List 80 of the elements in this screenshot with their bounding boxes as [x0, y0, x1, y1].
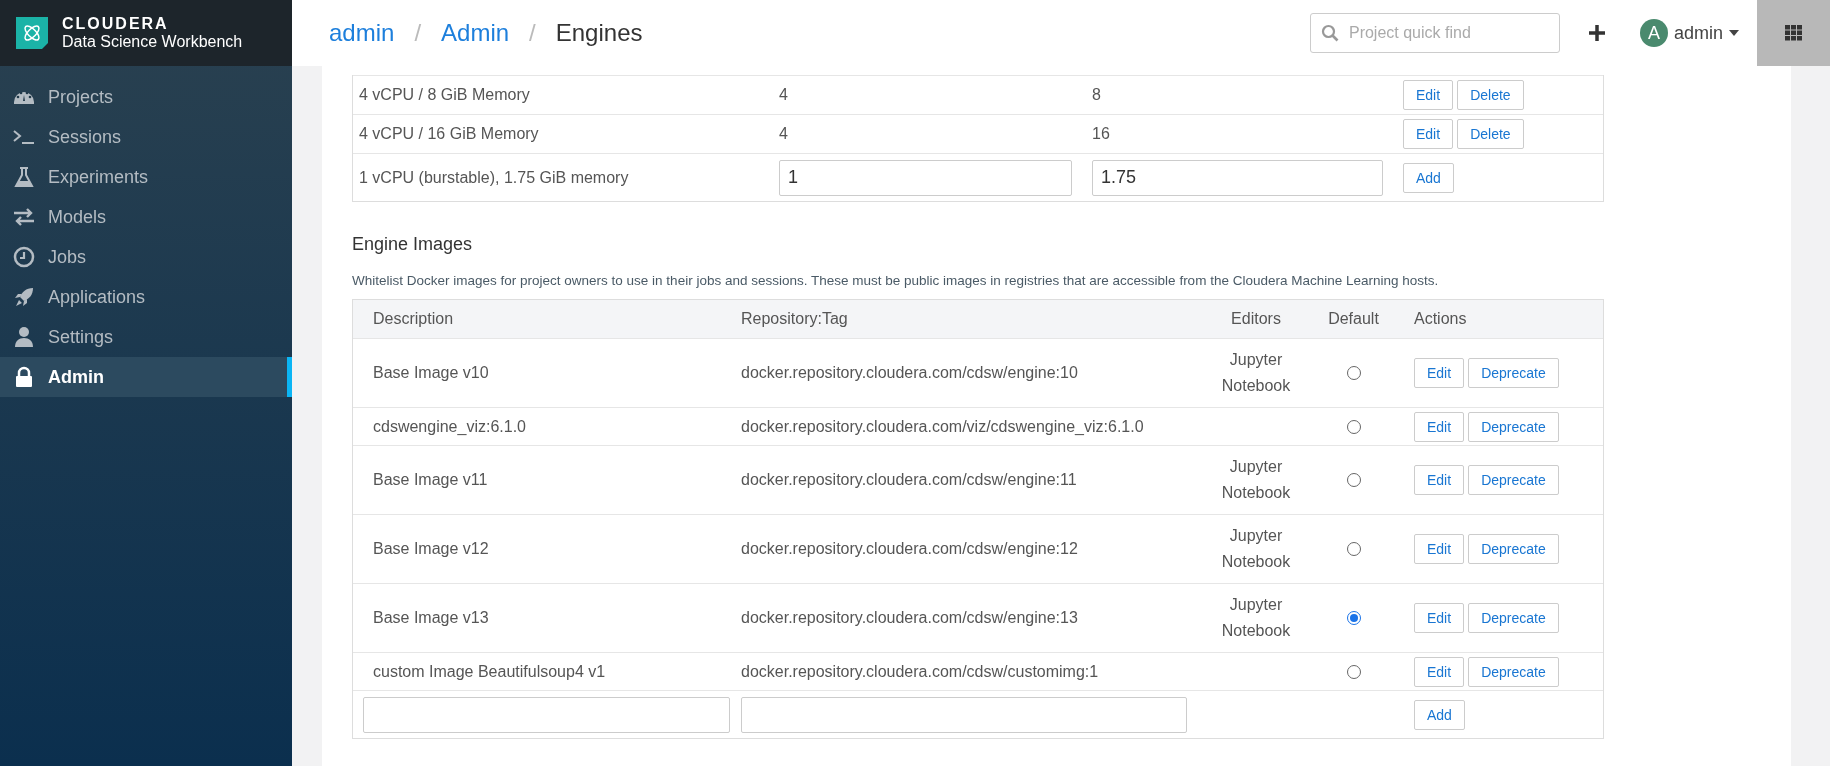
table-cell: 4: [779, 114, 1092, 153]
search-field[interactable]: Project quick find: [1309, 13, 1560, 53]
grid-icon: [1784, 25, 1803, 41]
table-cell: 8: [1092, 75, 1403, 114]
product-name: Data Science Workbench: [62, 33, 243, 51]
sidebar-item[interactable]: Experiments: [0, 157, 292, 197]
table-cell: Base Image v10: [353, 338, 741, 407]
logo-icon: [16, 17, 48, 49]
table-cell: Jupyter Notebook: [1211, 583, 1301, 652]
description-input[interactable]: [363, 696, 730, 733]
flask-icon: [12, 165, 36, 189]
section-description: Whitelist Docker images for project owners to use in their jobs and sessions. These must be public images in registries that are accessible from the Cloudera Machine Learning hosts.: [352, 273, 1440, 288]
breadcrumb-separator: /: [529, 19, 536, 47]
sidebar-item[interactable]: Admin: [0, 357, 292, 397]
action-button[interactable]: Edit: [1414, 603, 1465, 633]
section-title: Engine Images: [352, 234, 474, 255]
table-cell: cdswengine_viz:6.1.0: [353, 407, 741, 445]
sidebar-item[interactable]: Projects: [0, 77, 292, 117]
action-button[interactable]: Deprecate: [1468, 411, 1559, 442]
table-cell: custom Image Beautifulsoup4 v1: [353, 652, 741, 690]
table-cell: docker.repository.cloudera.com/cdsw/engine:12: [741, 514, 1211, 583]
sidebar-item[interactable]: Models: [0, 197, 292, 237]
table-cell: 4 vCPU / 16 GiB Memory: [353, 114, 779, 153]
table-cell: Jupyter Notebook: [1211, 445, 1301, 514]
table-cell: 4 vCPU / 8 GiB Memory: [353, 75, 779, 114]
table-cell: docker.repository.cloudera.com/cdsw/engine:11: [741, 445, 1211, 514]
plus-icon[interactable]: [1587, 24, 1606, 42]
apps-button[interactable]: [1757, 0, 1830, 66]
action-button[interactable]: Deprecate: [1468, 465, 1559, 495]
user-menu[interactable]: A admin: [1639, 19, 1739, 47]
table-cell: docker.repository.cloudera.com/cdsw/customimg:1: [741, 652, 1211, 690]
column-header: Description: [353, 300, 741, 338]
column-header: Editors: [1211, 300, 1301, 338]
breadcrumb-link[interactable]: Admin: [441, 19, 510, 47]
action-button[interactable]: Deprecate: [1468, 656, 1559, 687]
memory-input[interactable]: 1.75: [1092, 159, 1383, 196]
breadcrumb-link[interactable]: admin: [329, 19, 395, 47]
page-title: Engines: [555, 19, 643, 47]
sidebar-item[interactable]: Sessions: [0, 117, 292, 157]
action-button[interactable]: Edit: [1403, 119, 1454, 149]
action-button[interactable]: Edit: [1414, 411, 1465, 442]
column-header: Repository:Tag: [741, 300, 1211, 338]
action-button[interactable]: Edit: [1414, 465, 1465, 495]
column-header: Actions: [1406, 300, 1603, 338]
column-header: Default: [1301, 300, 1406, 338]
action-button[interactable]: Edit: [1414, 656, 1465, 687]
breadcrumb-separator: /: [414, 19, 422, 47]
repository-input[interactable]: [741, 696, 1187, 733]
user-avatar: A: [1639, 19, 1668, 47]
table-cell: docker.repository.cloudera.com/cdsw/engine:10: [741, 338, 1211, 407]
table-cell: Base Image v13: [353, 583, 741, 652]
table-cell: Jupyter Notebook: [1211, 338, 1301, 407]
action-button[interactable]: Deprecate: [1468, 603, 1559, 633]
cpu-input[interactable]: 1: [779, 159, 1072, 196]
action-button[interactable]: Delete: [1457, 119, 1524, 149]
table-cell: 16: [1092, 114, 1403, 153]
caret-icon: [1729, 30, 1739, 36]
brand-name: CLOUDERA: [62, 15, 170, 33]
table-cell: docker.repository.cloudera.com/viz/cdswengine_viz:6.1.0: [741, 407, 1211, 445]
sidebar-item[interactable]: Settings: [0, 317, 292, 357]
table-cell: Jupyter Notebook: [1211, 514, 1301, 583]
user-icon: [12, 325, 36, 349]
add-button[interactable]: Add: [1414, 699, 1465, 730]
clock-icon: [12, 245, 36, 269]
table-cell: Base Image v12: [353, 514, 741, 583]
action-button[interactable]: Deprecate: [1468, 358, 1559, 388]
sidebar-item[interactable]: Jobs: [0, 237, 292, 277]
action-button[interactable]: Deprecate: [1468, 534, 1559, 564]
search-icon: [1320, 24, 1339, 42]
table-cell: Base Image v11: [353, 445, 741, 514]
add-button[interactable]: Add: [1403, 162, 1454, 193]
action-button[interactable]: Edit: [1403, 80, 1454, 110]
table-cell: 1 vCPU (burstable), 1.75 GiB memory: [353, 153, 779, 201]
table-cell: 4: [779, 75, 1092, 114]
action-button[interactable]: Edit: [1414, 358, 1465, 388]
action-button[interactable]: Delete: [1457, 80, 1524, 110]
action-button[interactable]: Edit: [1414, 534, 1465, 564]
sidebar-item[interactable]: Applications: [0, 277, 292, 317]
table-cell: docker.repository.cloudera.com/cdsw/engine:13: [741, 583, 1211, 652]
rocket-icon: [12, 285, 36, 309]
